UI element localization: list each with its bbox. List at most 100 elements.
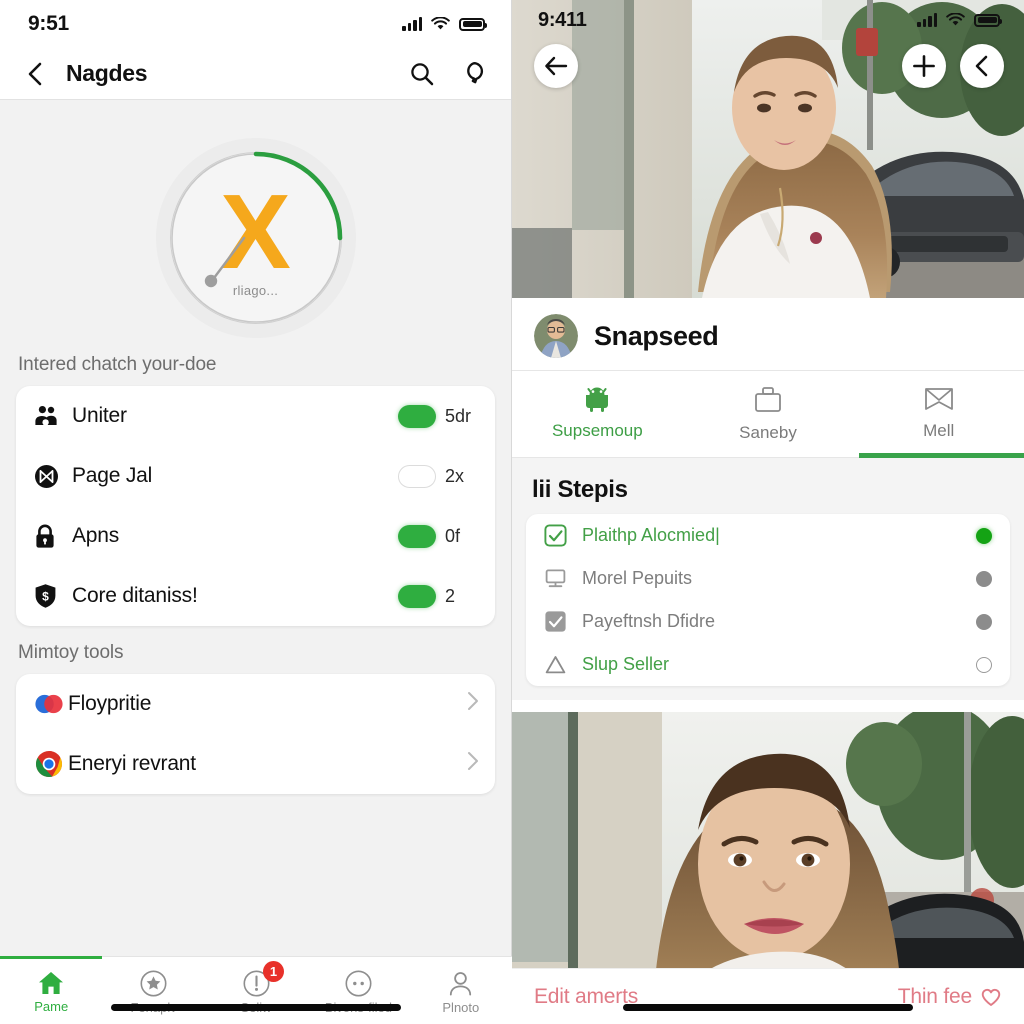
step-item-plaithp[interactable]: Plaithp Alocmied|: [526, 514, 1010, 557]
list-item-value: 0f: [445, 525, 461, 546]
chevron-left-icon: [975, 55, 988, 77]
status-dot: [976, 527, 992, 544]
status-dot: [976, 656, 992, 673]
checkbox-checked-green-icon[interactable]: [544, 524, 578, 547]
gauge-needle-icon: [204, 236, 245, 288]
settings-list-card: Uniter 5dr Page Jal 2x Apns 0f $ Core di…: [16, 386, 495, 626]
section-label-primary: Intered chatch your-doe: [18, 354, 217, 375]
step-item-label: Morel Pepuits: [582, 568, 693, 588]
list-item-controls: 0f: [398, 524, 479, 548]
page-title: Nagdes: [66, 60, 148, 86]
share-button[interactable]: [960, 44, 1004, 88]
list-item-value: 2: [445, 585, 456, 606]
tab-seliw[interactable]: 1 Seliw: [205, 957, 307, 1024]
tab-label: Plnoto: [442, 999, 480, 1015]
toggle-switch[interactable]: [398, 524, 436, 548]
status-dot: [976, 613, 992, 630]
list-item-controls: 5dr: [398, 404, 479, 428]
step-item-label: Slup Seller: [582, 654, 670, 674]
chevron-right-icon: [467, 691, 479, 717]
battery-icon: [459, 17, 487, 31]
chevron-left-icon: [28, 62, 42, 85]
star-circle-icon: [140, 970, 167, 996]
plus-icon: [913, 55, 935, 77]
arrow-left-icon: [545, 56, 568, 76]
home-indicator: [623, 1004, 913, 1011]
wifi-icon: [946, 13, 965, 26]
left-navbar: Nagdes: [0, 48, 511, 100]
hero-photo: 9:411: [512, 0, 1024, 298]
toggle-switch[interactable]: [398, 404, 436, 428]
pin-button[interactable]: [461, 60, 487, 88]
right-phone-panel: 9:411 Snapseed Supsemoup Saneby Mell lii…: [512, 0, 1024, 1024]
checkbox-checked-gray-icon[interactable]: [544, 610, 578, 633]
android-robot-icon: [586, 387, 609, 412]
profile-tabs: Supsemoup Saneby Mell: [512, 370, 1024, 458]
toggle-switch[interactable]: [398, 584, 436, 608]
person-icon: [450, 971, 472, 995]
tab-mell[interactable]: Mell: [853, 371, 1024, 458]
tab-label: Supsemoup: [551, 421, 643, 440]
signal-bars-icon: [402, 17, 422, 31]
left-content: X rliago... Intered chatch your-doe Unit…: [0, 100, 511, 1024]
toggle-switch[interactable]: [398, 464, 436, 488]
steps-section: lii Stepis Plaithp Alocmied| Morel Pepui…: [512, 458, 1024, 700]
shield-dollar-icon: $: [34, 583, 68, 609]
right-bottom-bar: Edit amerts Thin fee: [512, 968, 1024, 1024]
home-indicator: [110, 1004, 401, 1011]
tab-supsemoup[interactable]: Supsemoup: [512, 371, 683, 457]
navbar-actions: [409, 60, 487, 88]
back-button[interactable]: [18, 57, 52, 91]
tool-item-floypritie[interactable]: Floypritie: [16, 674, 495, 734]
signal-bars-icon: [917, 13, 937, 27]
add-button[interactable]: [902, 44, 946, 88]
status-time: 9:411: [538, 8, 587, 31]
list-item-controls: 2: [398, 584, 479, 608]
bottom-tab-bar: Pame Fenaplv 1 Seliw Bivons-f: [0, 956, 512, 1024]
dots-circle-icon: [345, 970, 372, 996]
tool-item-label: Floypritie: [68, 692, 152, 715]
user-avatar-photo: [534, 314, 578, 358]
step-item-label: Payeftnsh Dfidre: [582, 611, 716, 631]
profile-header: Snapseed: [512, 298, 1024, 370]
tab-fenaplv[interactable]: Fenaplv: [102, 957, 204, 1024]
edit-amerts-button[interactable]: Edit amerts: [534, 985, 638, 1009]
back-button[interactable]: [534, 44, 578, 88]
list-item-value: 5dr: [445, 405, 472, 426]
tool-item-label: Eneryi revrant: [68, 752, 196, 775]
hero-photo-overlay: 9:411: [512, 0, 1024, 298]
battery-icon: [974, 13, 1002, 27]
step-item-morel[interactable]: Morel Pepuits: [526, 557, 1010, 600]
list-item-uniter[interactable]: Uniter 5dr: [16, 386, 495, 446]
search-icon: [411, 62, 434, 85]
step-item-label: Plaithp Alocmied|: [582, 525, 720, 545]
progress-gauge: X rliago...: [155, 138, 356, 338]
circle-bowtie-icon: [34, 464, 68, 489]
mastercard-circles-icon: [34, 689, 64, 719]
avatar[interactable]: [534, 314, 578, 358]
photo-back-button-group: [534, 44, 578, 88]
list-item-apns[interactable]: Apns 0f: [16, 506, 495, 566]
step-item-payeftnsh[interactable]: Payeftnsh Dfidre: [526, 600, 1010, 643]
tab-bivons-filed[interactable]: Bivons-filed: [307, 957, 409, 1024]
search-button[interactable]: [409, 61, 435, 87]
monitor-icon: [544, 567, 578, 590]
tab-label: Mell: [923, 421, 955, 440]
tab-plnoto[interactable]: Plnoto: [410, 957, 512, 1024]
gauge-section: X rliago...: [0, 100, 511, 338]
list-item-core-ditaniss[interactable]: $ Core ditaniss! 2: [16, 566, 495, 626]
thin-fee-button[interactable]: Thin fee: [898, 985, 1002, 1009]
home-icon: [39, 972, 64, 994]
list-item-page-jal[interactable]: Page Jal 2x: [16, 446, 495, 506]
step-item-slup-seller[interactable]: Slup Seller: [526, 643, 1010, 686]
list-item-label: Page Jal: [72, 464, 153, 487]
tab-badge-count: 1: [263, 961, 285, 982]
status-time: 9:51: [28, 12, 69, 35]
tab-saneby[interactable]: Saneby: [683, 371, 854, 457]
status-icon-group: [917, 13, 1002, 27]
tool-item-eneryi-revrant[interactable]: Eneryi revrant: [16, 734, 495, 794]
steps-title: lii Stepis: [532, 476, 628, 503]
tab-pame[interactable]: Pame: [0, 956, 103, 1024]
list-item-label: Apns: [72, 524, 120, 547]
svg-text:$: $: [42, 589, 49, 603]
